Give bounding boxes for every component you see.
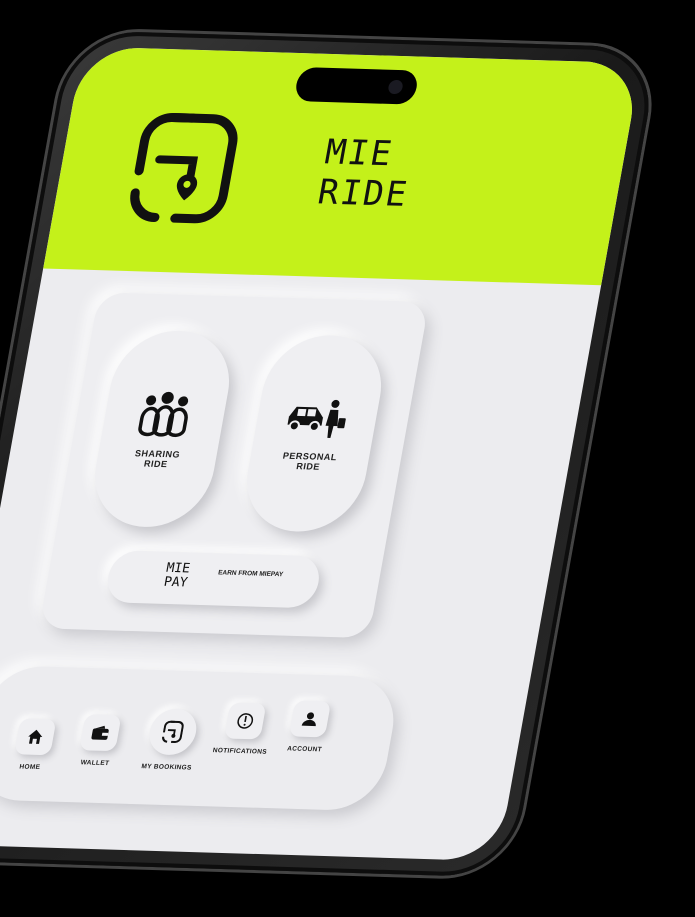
sharing-ride-label: SHARING RIDE [134,448,181,470]
bottom-nav: HOME WALLET MY BOOKINGS NOTIFICATIONS AC… [0,665,402,812]
personal-ride-label: PERSONAL RIDE [282,450,338,472]
notifications-button[interactable] [224,702,267,740]
nav-item-wallet[interactable]: WALLET [58,714,139,768]
car-passenger-icon [287,399,346,438]
miepay-button[interactable]: MIE PAY EARN FROM MIEPAY [103,550,324,609]
nav-label-account: ACCOUNT [286,745,323,754]
person-icon [301,712,316,727]
logo-pin-icon [162,720,184,743]
nav-label-my-bookings: MY BOOKINGS [140,763,193,772]
app-title-line1: MIE [321,132,397,175]
app-title: MIE RIDE [315,132,419,215]
nav-label-notifications: NOTIFICATIONS [212,747,268,756]
my-bookings-button[interactable] [145,708,201,756]
account-button[interactable] [288,700,332,738]
sharing-ride-button[interactable]: SHARING RIDE [85,329,239,529]
wallet-button[interactable] [79,714,122,752]
home-icon [28,729,43,744]
nav-item-account[interactable]: ACCOUNT [268,700,349,754]
camera-dot [387,79,404,95]
personal-ride-button[interactable]: PERSONAL RIDE [237,333,391,534]
phone-frame: MIE RIDE SHARING RIDE PERSONAL RIDE MIE … [0,30,661,878]
group-people-icon [138,391,189,438]
miepay-logo: MIE PAY [156,561,197,591]
mie-ride-logo-icon [130,113,238,224]
app-title-line2: RIDE [314,172,412,215]
nav-item-my-bookings[interactable]: MY BOOKINGS [130,708,213,772]
app-screen: MIE RIDE SHARING RIDE PERSONAL RIDE MIE … [0,46,642,862]
ride-options-panel: SHARING RIDE PERSONAL RIDE MIE PAY EARN … [38,292,430,639]
alert-icon [237,713,254,729]
dynamic-island [293,67,420,105]
miepay-label: EARN FROM MIEPAY [217,569,284,579]
header-banner: MIE RIDE [43,46,642,286]
nav-label-wallet: WALLET [79,759,110,768]
miepay-logo-line2: PAY [162,574,189,591]
wallet-icon [91,725,109,740]
nav-label-home: HOME [18,763,41,772]
device-mockup: MIE RIDE SHARING RIDE PERSONAL RIDE MIE … [0,0,695,917]
home-button[interactable] [14,718,57,756]
